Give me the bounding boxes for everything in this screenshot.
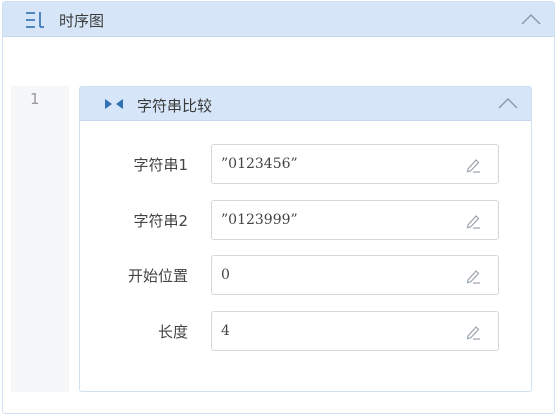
panel-title: 时序图 xyxy=(59,12,105,30)
field-value: ”0123456” xyxy=(221,156,298,172)
chevron-up-icon[interactable] xyxy=(520,11,542,27)
field-row-string1: 字符串1 ”0123456” xyxy=(80,144,531,184)
edit-icon[interactable] xyxy=(464,156,482,174)
field-value: ”0123999” xyxy=(221,212,298,228)
length-input[interactable]: 4 xyxy=(211,311,499,351)
field-label: 字符串1 xyxy=(133,156,188,174)
compare-arrows-icon xyxy=(105,99,123,109)
field-label: 字符串2 xyxy=(133,212,188,230)
sequence-diagram-panel: 时序图 1 字符串比较 字符串1 ”0123456” 字符串2 ”0123999… xyxy=(2,1,555,414)
line-number: 1 xyxy=(30,90,40,108)
string2-input[interactable]: ”0123999” xyxy=(211,200,499,240)
list-icon xyxy=(26,12,44,28)
string1-input[interactable]: ”0123456” xyxy=(211,144,499,184)
field-row-string2: 字符串2 ”0123999” xyxy=(80,200,531,240)
field-row-length: 长度 4 xyxy=(80,311,531,351)
line-gutter xyxy=(11,86,69,392)
field-value: 4 xyxy=(221,323,230,339)
panel-header[interactable]: 时序图 xyxy=(3,2,554,37)
string-compare-block[interactable]: 字符串比较 字符串1 ”0123456” 字符串2 ”0123999” 开始位置… xyxy=(79,86,532,392)
edit-icon[interactable] xyxy=(464,212,482,230)
edit-icon[interactable] xyxy=(464,323,482,341)
field-value: 0 xyxy=(221,267,230,283)
block-header[interactable]: 字符串比较 xyxy=(80,87,531,121)
field-row-start-position: 开始位置 0 xyxy=(80,255,531,295)
field-label: 长度 xyxy=(157,323,188,341)
edit-icon[interactable] xyxy=(464,267,482,285)
start-position-input[interactable]: 0 xyxy=(211,255,499,295)
chevron-up-icon[interactable] xyxy=(497,95,519,111)
block-title: 字符串比较 xyxy=(137,97,213,115)
field-label: 开始位置 xyxy=(127,267,188,285)
